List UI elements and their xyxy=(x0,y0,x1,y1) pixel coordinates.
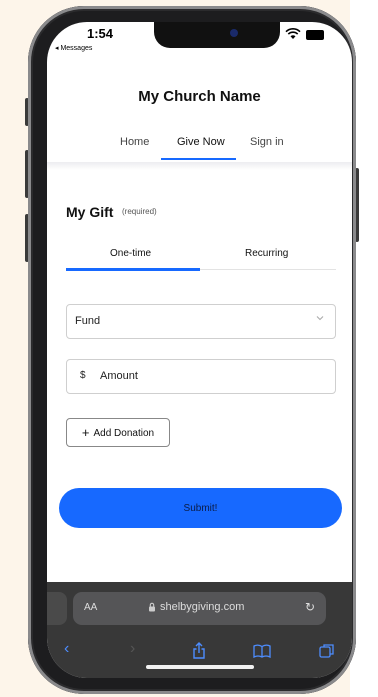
aa-text-size-button[interactable]: AA xyxy=(84,602,97,613)
nav-give-now[interactable]: Give Now xyxy=(177,136,225,148)
fund-select[interactable]: Fund xyxy=(66,304,336,339)
address-bar[interactable]: AA shelbygiving.com ↻ xyxy=(73,592,326,625)
tab-active-indicator xyxy=(66,268,200,271)
nav-sign-in[interactable]: Sign in xyxy=(250,136,284,148)
lock-icon xyxy=(148,602,156,614)
status-time: 1:54 xyxy=(87,26,114,41)
phone-screen: 1:54 ◂ Messages My Church Name Home Give… xyxy=(47,22,352,678)
amount-field[interactable]: $ xyxy=(66,359,336,394)
nav-active-indicator xyxy=(161,158,236,160)
home-indicator xyxy=(146,665,254,669)
required-note: (required) xyxy=(122,207,157,216)
plus-icon: + xyxy=(81,425,90,440)
wifi-icon xyxy=(285,28,301,43)
forward-arrow-icon[interactable]: › xyxy=(130,640,135,658)
bookmarks-icon[interactable] xyxy=(253,644,271,663)
back-arrow-icon[interactable]: ‹ xyxy=(64,640,69,658)
reload-icon[interactable]: ↻ xyxy=(305,600,315,614)
my-gift-heading: My Gift xyxy=(66,204,114,220)
add-donation-label: Add Donation xyxy=(93,428,155,439)
fund-select-label: Fund xyxy=(75,315,101,327)
tab-recurring[interactable]: Recurring xyxy=(245,248,288,259)
header-divider xyxy=(47,162,352,170)
camera-dot xyxy=(230,29,238,37)
currency-symbol: $ xyxy=(80,370,86,381)
notch xyxy=(154,22,280,48)
back-to-messages-link[interactable]: ◂ Messages xyxy=(55,44,92,52)
chevron-down-icon xyxy=(315,313,325,326)
submit-button[interactable]: Submit! xyxy=(59,488,342,528)
share-icon[interactable] xyxy=(192,642,206,664)
previous-tab-preview[interactable] xyxy=(47,592,67,625)
battery-icon xyxy=(306,30,324,40)
church-name: My Church Name xyxy=(138,88,261,105)
add-donation-button[interactable]: + Add Donation xyxy=(66,418,170,447)
url-text: shelbygiving.com xyxy=(160,601,245,613)
browser-toolbar: AA shelbygiving.com ↻ ‹ › xyxy=(47,582,352,678)
tabs-icon[interactable] xyxy=(319,643,335,664)
nav-home[interactable]: Home xyxy=(120,136,149,148)
amount-input[interactable] xyxy=(100,366,300,386)
tab-one-time[interactable]: One-time xyxy=(110,248,151,259)
